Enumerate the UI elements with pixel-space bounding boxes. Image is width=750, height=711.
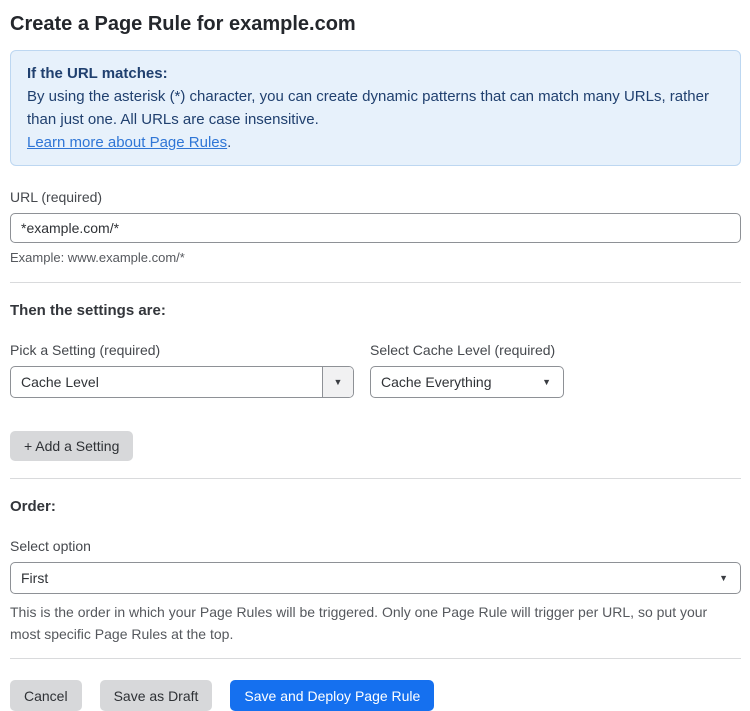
page-title: Create a Page Rule for example.com (10, 13, 356, 35)
learn-more-link[interactable]: Learn more about Page Rules (27, 134, 227, 151)
settings-row: Pick a Setting (required) Cache Level ▼ … (10, 319, 741, 398)
settings-section-heading: Then the settings are: (10, 302, 166, 319)
divider (10, 478, 741, 479)
order-description: This is the order in which your Page Rul… (10, 604, 708, 642)
url-match-info-box: If the URL matches: By using the asteris… (10, 50, 741, 166)
setting-picker-group: Pick a Setting (required) Cache Level ▼ (10, 319, 354, 398)
dropdown-arrow-icon: ▼ (542, 376, 551, 387)
save-as-draft-button[interactable]: Save as Draft (99, 680, 213, 711)
order-value: First (21, 570, 49, 586)
cache-level-dropdown[interactable]: Cache Everything ▼ (370, 366, 564, 398)
url-field-label: URL (required) (10, 189, 103, 205)
dropdown-arrow-button[interactable]: ▼ (322, 367, 353, 397)
cache-level-picker-group: Select Cache Level (required) Cache Ever… (370, 319, 564, 398)
cache-level-picker-label: Select Cache Level (required) (370, 342, 556, 358)
url-input[interactable] (10, 213, 741, 243)
dropdown-arrow-wrap: ▼ (542, 376, 563, 387)
info-box-heading: If the URL matches: (27, 65, 168, 82)
page-rule-form: Create a Page Rule for example.com If th… (0, 0, 750, 711)
url-example-hint: Example: www.example.com/* (10, 250, 185, 265)
dropdown-arrow-icon: ▼ (719, 572, 728, 583)
footer-actions: Cancel Save as Draft Save and Deploy Pag… (10, 680, 741, 711)
order-dropdown[interactable]: First ▼ (10, 562, 741, 594)
setting-picker-label: Pick a Setting (required) (10, 342, 161, 358)
info-box-link-line: Learn more about Page Rules. (27, 131, 724, 154)
divider (10, 282, 741, 283)
link-suffix: . (227, 134, 232, 151)
dropdown-arrow-icon: ▼ (333, 376, 343, 387)
info-box-body: By using the asterisk (*) character, you… (27, 88, 709, 128)
setting-picker-dropdown[interactable]: Cache Level ▼ (10, 366, 354, 398)
add-setting-button[interactable]: + Add a Setting (10, 431, 134, 461)
divider (10, 658, 741, 659)
cache-level-value: Cache Everything (381, 374, 492, 390)
dropdown-arrow-wrap: ▼ (719, 572, 740, 583)
order-select-label: Select option (10, 538, 91, 554)
save-and-deploy-button[interactable]: Save and Deploy Page Rule (230, 680, 435, 711)
cancel-button[interactable]: Cancel (10, 680, 82, 711)
order-section-heading: Order: (10, 498, 56, 515)
setting-picker-value: Cache Level (21, 374, 99, 390)
